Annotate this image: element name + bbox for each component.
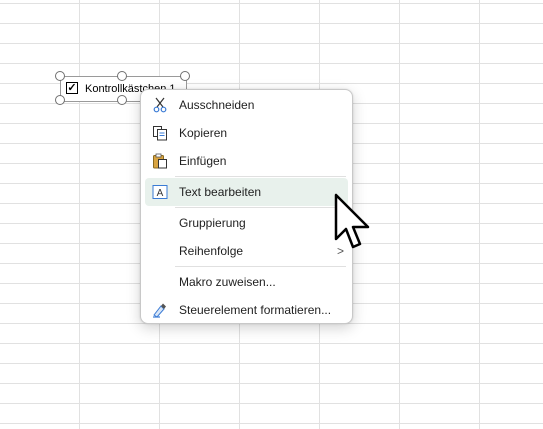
resize-handle-bottom-middle[interactable]: [117, 95, 127, 105]
format-control-icon: [153, 303, 166, 318]
paste-icon: [153, 153, 167, 169]
menu-item-paste[interactable]: Einfügen: [145, 147, 348, 175]
menu-item-grouping[interactable]: Gruppierung: [145, 209, 348, 237]
checkbox-check-icon[interactable]: ✓: [66, 82, 78, 94]
menu-item-assign-macro[interactable]: Makro zuweisen...: [145, 268, 348, 296]
menu-item-order[interactable]: Reihenfolge >: [145, 237, 348, 265]
menu-item-label: Einfügen: [179, 154, 227, 168]
context-menu: Ausschneiden Kopieren Einfügen A Text be…: [140, 89, 353, 324]
scissors-icon: [153, 97, 167, 113]
copy-icon: [153, 126, 167, 141]
menu-item-label: Ausschneiden: [179, 98, 255, 112]
resize-handle-top-right[interactable]: [180, 71, 190, 81]
menu-item-label: Makro zuweisen...: [179, 275, 276, 289]
menu-separator: [175, 176, 346, 177]
mouse-cursor-icon: [334, 193, 370, 249]
menu-item-edit-text[interactable]: A Text bearbeiten: [145, 178, 348, 206]
svg-text:A: A: [157, 188, 164, 199]
edit-text-icon: A: [152, 185, 168, 199]
menu-item-label: Gruppierung: [179, 216, 246, 230]
menu-item-label: Kopieren: [179, 126, 228, 140]
menu-item-copy[interactable]: Kopieren: [145, 119, 348, 147]
resize-handle-bottom-left[interactable]: [55, 95, 65, 105]
menu-separator: [175, 207, 346, 208]
menu-item-format-control[interactable]: Steuerelement formatieren...: [145, 296, 348, 324]
menu-item-label: Text bearbeiten: [179, 185, 262, 199]
resize-handle-top-left[interactable]: [55, 71, 65, 81]
menu-item-cut[interactable]: Ausschneiden: [145, 91, 348, 119]
menu-item-label: Reihenfolge: [179, 244, 244, 258]
resize-handle-top-middle[interactable]: [117, 71, 127, 81]
menu-item-label: Steuerelement formatieren...: [179, 303, 332, 317]
menu-separator: [175, 266, 346, 267]
